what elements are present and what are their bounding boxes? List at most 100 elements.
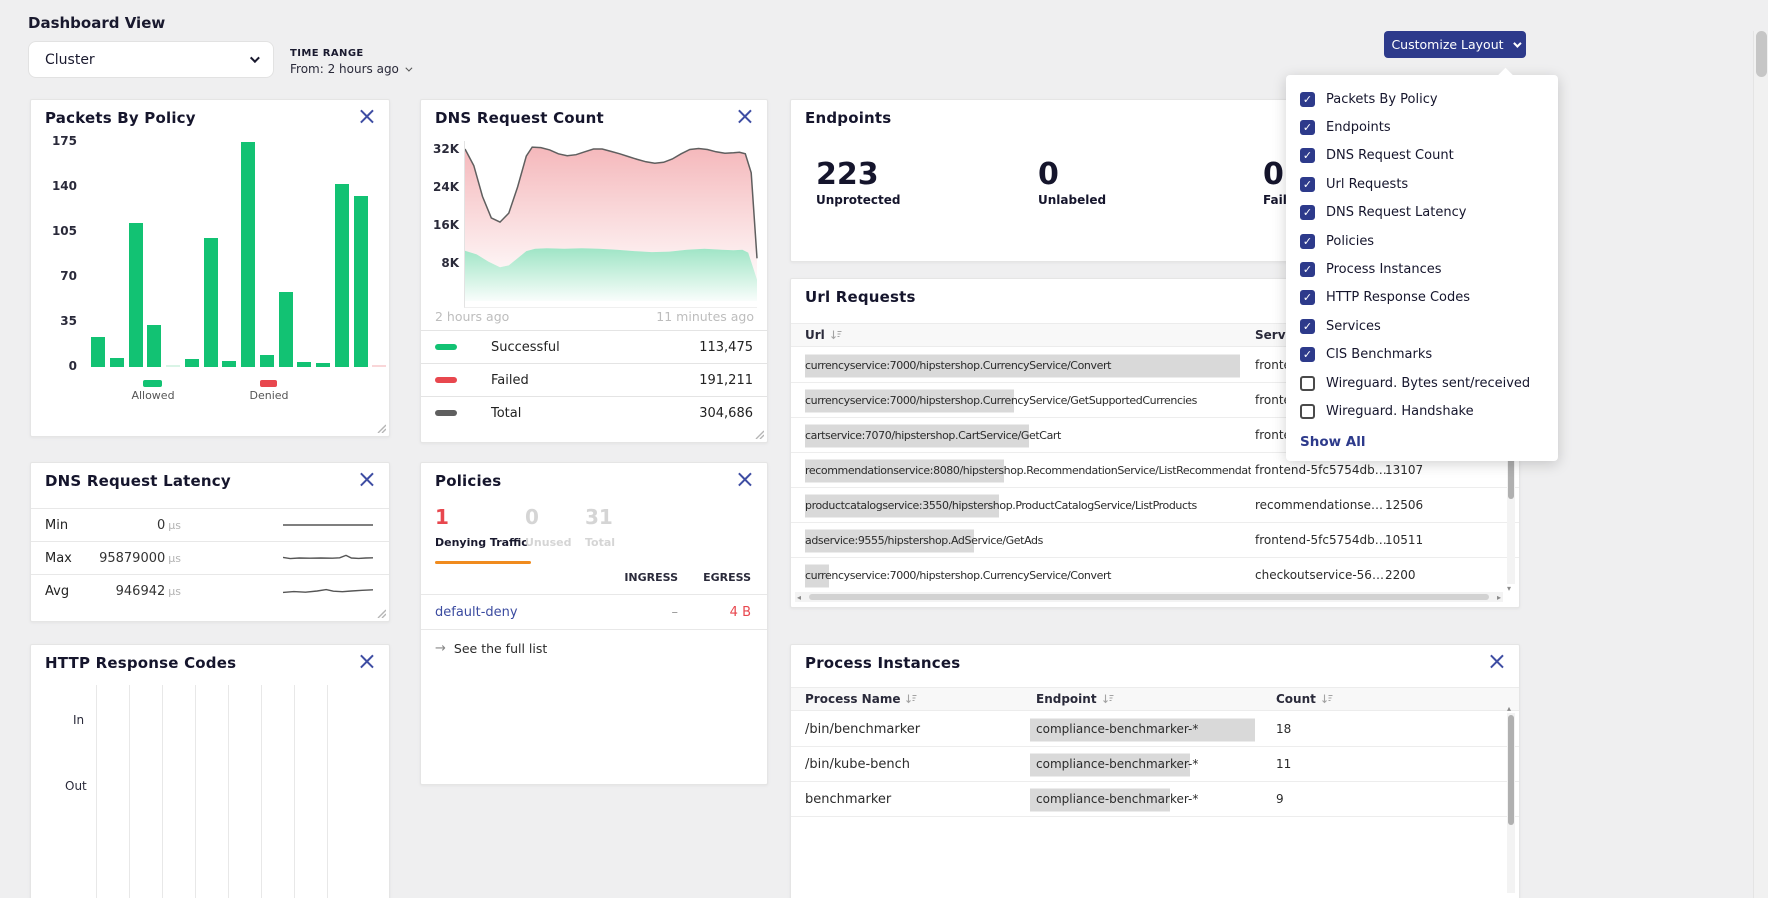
process-name-value: benchmarker — [805, 782, 891, 817]
checkbox[interactable]: ✓ — [1300, 177, 1315, 192]
scrollbar-thumb[interactable] — [1508, 715, 1514, 825]
widget-title: DNS Request Count — [435, 109, 604, 127]
scroll-up-icon[interactable]: ▴ — [1507, 704, 1511, 713]
menu-item-packets-by-policy[interactable]: ✓ Packets By Policy — [1300, 85, 1558, 113]
chevron-down-icon — [405, 64, 412, 71]
column-header-count[interactable]: Count — [1276, 692, 1333, 706]
url-value: currencyservice:7000/hipstershop.Currenc… — [805, 383, 1197, 418]
legend-value: 304,686 — [699, 406, 753, 421]
scroll-left-icon[interactable]: ◂ — [797, 593, 801, 602]
count-value: 10511 — [1385, 523, 1423, 558]
checkbox[interactable]: ✓ — [1300, 120, 1315, 135]
widget-title: Url Requests — [805, 288, 916, 306]
tab-unused[interactable]: 0 Unused — [525, 507, 571, 549]
dns-request-count-widget: DNS Request Count × 32K24K16K8K 2 hours … — [420, 99, 768, 443]
menu-item-services[interactable]: ✓ Services — [1300, 312, 1558, 340]
sparkline — [283, 550, 373, 566]
resize-handle-icon[interactable] — [376, 423, 386, 433]
time-range-value: From: 2 hours ago — [290, 62, 399, 76]
show-all-link[interactable]: Show All — [1300, 434, 1365, 450]
y-tick-label: 105 — [52, 224, 77, 238]
bar — [166, 365, 180, 367]
check-icon: ✓ — [1303, 122, 1312, 133]
checkbox[interactable]: ✓ — [1300, 376, 1315, 391]
checkbox[interactable]: ✓ — [1300, 205, 1315, 220]
menu-item-process-instances[interactable]: ✓ Process Instances — [1300, 255, 1558, 283]
count-value: 2200 — [1385, 558, 1416, 593]
ingress-value: – — [601, 605, 678, 620]
view-selector[interactable]: Cluster — [28, 41, 274, 78]
process-instances-widget: Process Instances × Process Name Endpoin… — [790, 644, 1520, 898]
table-row: adservice:9555/hipstershop.AdService/Get… — [791, 523, 1519, 558]
y-tick-label: 35 — [60, 314, 77, 328]
checkbox[interactable]: ✓ — [1300, 234, 1315, 249]
packets-by-policy-widget: Packets By Policy × 17514010570350 Allow… — [30, 99, 390, 437]
menu-item-wireguard-bytes[interactable]: ✓ Wireguard. Bytes sent/received — [1300, 369, 1558, 397]
area-chart — [464, 141, 757, 308]
checkbox[interactable]: ✓ — [1300, 319, 1315, 334]
close-icon[interactable]: × — [357, 649, 377, 673]
process-name-value: /bin/kube-bench — [805, 747, 910, 782]
menu-item-url-requests[interactable]: ✓ Url Requests — [1300, 170, 1558, 198]
column-header-endpoint[interactable]: Endpoint — [1036, 692, 1114, 706]
scroll-down-icon[interactable]: ▾ — [1507, 584, 1511, 593]
close-icon[interactable]: × — [357, 104, 377, 128]
menu-item-endpoints[interactable]: ✓ Endpoints — [1300, 113, 1558, 141]
url-value: productcatalogservice:3550/hipstershop.P… — [805, 488, 1197, 523]
menu-item-wireguard-handshake[interactable]: ✓ Wireguard. Handshake — [1300, 397, 1558, 425]
column-header-url[interactable]: Url — [805, 328, 842, 342]
close-icon[interactable]: × — [357, 467, 377, 491]
count-value: 18 — [1276, 712, 1291, 747]
count-value: 11 — [1276, 747, 1291, 782]
scroll-right-icon[interactable]: ▸ — [1497, 593, 1501, 602]
checkbox[interactable]: ✓ — [1300, 262, 1315, 277]
checkbox[interactable]: ✓ — [1300, 148, 1315, 163]
bar — [335, 184, 349, 367]
page-scrollbar[interactable] — [1753, 31, 1768, 898]
tab-label: Total — [585, 536, 615, 549]
page-scrollbar-thumb[interactable] — [1756, 31, 1767, 77]
menu-item-dns-request-count[interactable]: ✓ DNS Request Count — [1300, 142, 1558, 170]
checkbox[interactable]: ✓ — [1300, 404, 1315, 419]
close-icon[interactable]: × — [735, 467, 755, 491]
checkbox[interactable]: ✓ — [1300, 92, 1315, 107]
chevron-down-icon — [250, 53, 260, 63]
policy-name-link[interactable]: default-deny — [435, 605, 518, 620]
allowed-legend-swatch — [143, 380, 162, 387]
checkbox[interactable]: ✓ — [1300, 290, 1315, 305]
close-icon[interactable]: × — [1487, 649, 1507, 673]
url-value: cartservice:7070/hipstershop.CartService… — [805, 418, 1061, 453]
menu-item-policies[interactable]: ✓ Policies — [1300, 227, 1558, 255]
menu-item-label: Services — [1326, 319, 1381, 334]
table-horizontal-scrollbar[interactable]: ◂ ▸ — [795, 592, 1503, 602]
legend-label: Failed — [491, 373, 699, 388]
time-range[interactable]: TIME RANGE From: 2 hours ago — [290, 48, 410, 76]
see-full-list-link[interactable]: → See the full list — [435, 641, 547, 656]
tab-denying-traffic[interactable]: 1 Denying Traffic — [435, 507, 528, 549]
menu-item-cis-benchmarks[interactable]: ✓ CIS Benchmarks — [1300, 341, 1558, 369]
time-range-label: TIME RANGE — [290, 48, 410, 59]
resize-handle-icon[interactable] — [376, 608, 386, 618]
menu-item-dns-request-latency[interactable]: ✓ DNS Request Latency — [1300, 199, 1558, 227]
row-label-out: Out — [65, 779, 87, 793]
table-row: currencyservice:7000/hipstershop.Currenc… — [791, 558, 1519, 593]
close-icon[interactable]: × — [735, 104, 755, 128]
bar — [260, 355, 274, 367]
page-title: Dashboard View — [28, 14, 165, 32]
sort-icon — [830, 329, 842, 341]
menu-item-http-response-codes[interactable]: ✓ HTTP Response Codes — [1300, 284, 1558, 312]
row-label-in: In — [73, 713, 84, 727]
legend-row-failed: Failed 191,211 — [421, 363, 767, 396]
menu-item-label: Wireguard. Handshake — [1326, 404, 1474, 419]
checkbox[interactable]: ✓ — [1300, 347, 1315, 362]
table-vertical-scrollbar[interactable]: ▴ — [1507, 713, 1515, 893]
customize-layout-button[interactable]: Customize Layout — [1384, 31, 1526, 58]
column-header-process-name[interactable]: Process Name — [805, 692, 917, 706]
scrollbar-thumb[interactable] — [809, 594, 1489, 600]
column-label: Endpoint — [1036, 692, 1097, 706]
resize-handle-icon[interactable] — [754, 429, 764, 439]
chart-grid — [96, 685, 375, 898]
url-value: recommendationservice:8080/hipstershop.R… — [805, 453, 1251, 488]
tab-total[interactable]: 31 Total — [585, 507, 615, 549]
latency-unit: µs — [168, 519, 181, 532]
